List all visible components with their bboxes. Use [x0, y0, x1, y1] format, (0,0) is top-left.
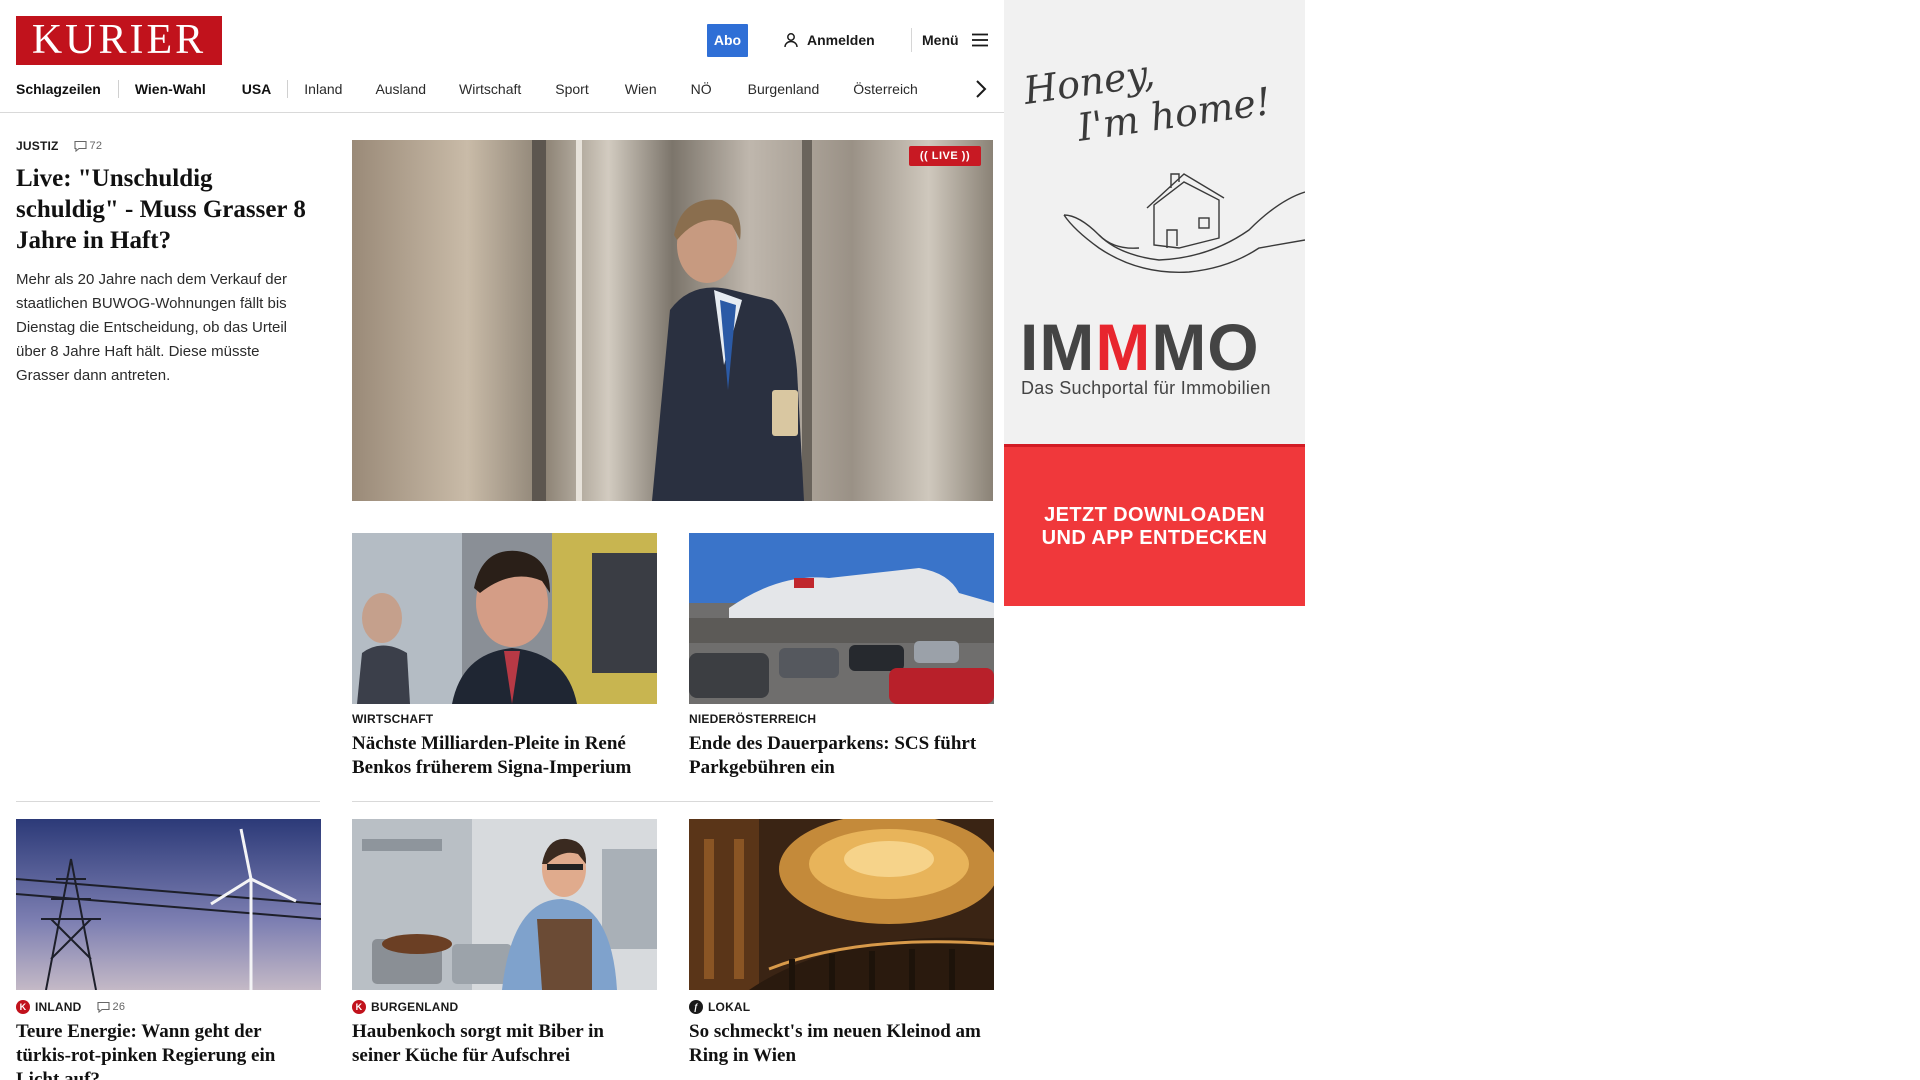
article-headline[interactable]: Ende des Dauerparkens: SCS führt Parkgeb… — [689, 732, 991, 780]
comment-icon — [73, 140, 87, 152]
article-image-scs[interactable] — [689, 533, 994, 704]
article-card-lokal[interactable]: f LOKAL So schmeckt's im neuen Kleinod a… — [689, 1000, 991, 1068]
article-card-niederoesterreich[interactable]: NIEDERÖSTERREICH Ende des Dauerparkens: … — [689, 712, 991, 780]
nav-divider — [117, 80, 119, 98]
hamburger-icon — [971, 33, 988, 47]
article-category: WIRTSCHAFT — [352, 712, 434, 726]
nav-divider — [287, 80, 289, 98]
article-category: NIEDERÖSTERREICH — [689, 712, 817, 726]
ad-download-cta[interactable]: JETZT DOWNLOADEN UND APP ENTDECKEN — [1004, 447, 1305, 606]
section-divider — [352, 801, 993, 802]
lead-comments[interactable]: 72 — [73, 140, 103, 152]
lead-comments-count: 72 — [89, 140, 103, 152]
live-badge: (( LIVE )) — [909, 146, 981, 166]
article-comments-count: 26 — [112, 1001, 126, 1013]
login-button[interactable]: Anmelden — [783, 29, 875, 51]
section-divider — [16, 801, 320, 802]
elevator-portrait-image — [352, 140, 993, 501]
article-category-label: INLAND — [35, 1000, 82, 1014]
ad-tagline: Honey, I'm home! — [1021, 36, 1274, 157]
nav-item-wien-wahl[interactable]: Wien-Wahl — [135, 81, 206, 97]
immmo-logo: IMMMO — [1020, 312, 1260, 382]
abo-button[interactable]: Abo — [707, 24, 748, 57]
immmo-ad-banner[interactable]: Honey, I'm home! IMMMO Das Suchportal fü… — [1004, 0, 1305, 446]
nav-item-oesterreich[interactable]: Österreich — [853, 81, 918, 97]
chevron-right-icon[interactable] — [971, 78, 991, 100]
article-headline[interactable]: So schmeckt's im neuen Kleinod am Ring i… — [689, 1020, 991, 1068]
ad-subline: Das Suchportal für Immobilien — [1021, 378, 1271, 398]
lead-photo[interactable] — [352, 140, 993, 501]
article-card-inland[interactable]: K INLAND 26 Teure Energie: Wann geht der… — [16, 1000, 318, 1080]
user-icon — [784, 33, 798, 48]
article-category: f LOKAL — [689, 1000, 991, 1014]
nav-item-schlagzeilen[interactable]: Schlagzeilen — [16, 81, 101, 97]
article-image-kleinod[interactable] — [689, 819, 994, 990]
article-image-haubenkoch[interactable] — [352, 819, 657, 990]
man-portrait-image — [352, 533, 657, 704]
lead-headline[interactable]: Live: "Unschuldig schuldig" - Muss Grass… — [16, 163, 316, 256]
article-headline[interactable]: Haubenkoch sorgt mit Biber in seiner Küc… — [352, 1020, 654, 1068]
header-divider — [911, 28, 912, 52]
lead-category-label: JUSTIZ — [16, 139, 59, 153]
article-comments[interactable]: 26 — [96, 1001, 126, 1013]
login-label: Anmelden — [807, 32, 875, 48]
freizeit-f-icon: f — [689, 1000, 703, 1014]
immmo-logo-part-1: IM — [1020, 310, 1096, 384]
ad-cta-line-2: UND APP ENTDECKEN — [1041, 526, 1268, 549]
article-card-burgenland[interactable]: K BURGENLAND Haubenkoch sorgt mit Biber … — [352, 1000, 654, 1068]
kurier-k-icon: K — [16, 1000, 30, 1014]
header-divider-line — [0, 112, 1004, 113]
nav-item-sport[interactable]: Sport — [555, 81, 588, 97]
comment-icon — [96, 1001, 110, 1013]
nav-item-wirtschaft[interactable]: Wirtschaft — [459, 81, 521, 97]
article-image-benko[interactable] — [352, 533, 657, 704]
lead-teaser: Mehr als 20 Jahre nach dem Verkauf der s… — [16, 271, 287, 384]
kurier-logo[interactable]: KURIER — [16, 16, 222, 65]
article-card-wirtschaft[interactable]: WIRTSCHAFT Nächste Milliarden-Pleite in … — [352, 712, 654, 780]
article-image-energie[interactable] — [16, 819, 321, 990]
lead-article[interactable]: JUSTIZ 72 Live: "Unschuldig schuldig" - … — [16, 139, 316, 388]
restaurant-interior-image — [689, 819, 994, 990]
nav-item-noe[interactable]: NÖ — [691, 81, 712, 97]
nav-item-usa[interactable]: USA — [242, 81, 272, 97]
article-category-label: LOKAL — [708, 1000, 751, 1014]
lead-category: JUSTIZ 72 — [16, 139, 316, 153]
power-pylon-image — [16, 819, 321, 990]
article-headline[interactable]: Teure Energie: Wann geht der türkis-rot-… — [16, 1020, 318, 1080]
house-in-hand-illustration — [1063, 173, 1305, 273]
kurier-k-icon: K — [352, 1000, 366, 1014]
chef-kitchen-image — [352, 819, 657, 990]
main-navigation: Schlagzeilen Wien-Wahl USA Inland Auslan… — [16, 77, 996, 101]
nav-item-ausland[interactable]: Ausland — [375, 81, 426, 97]
ad-cta-line-1: JETZT DOWNLOADEN — [1044, 503, 1265, 526]
article-category: K BURGENLAND — [352, 1000, 654, 1014]
menu-label: Menü — [922, 32, 959, 48]
immmo-logo-part-2: M — [1095, 310, 1152, 384]
menu-button[interactable]: Menü — [922, 29, 989, 51]
nav-item-inland[interactable]: Inland — [304, 81, 342, 97]
immmo-logo-part-3: MO — [1151, 310, 1260, 384]
article-category-label: BURGENLAND — [371, 1000, 459, 1014]
parking-lot-image — [689, 533, 994, 704]
article-headline[interactable]: Nächste Milliarden-Pleite in René Benkos… — [352, 732, 654, 780]
article-category: K INLAND 26 — [16, 1000, 318, 1014]
nav-item-wien[interactable]: Wien — [625, 81, 657, 97]
nav-item-burgenland[interactable]: Burgenland — [748, 81, 820, 97]
